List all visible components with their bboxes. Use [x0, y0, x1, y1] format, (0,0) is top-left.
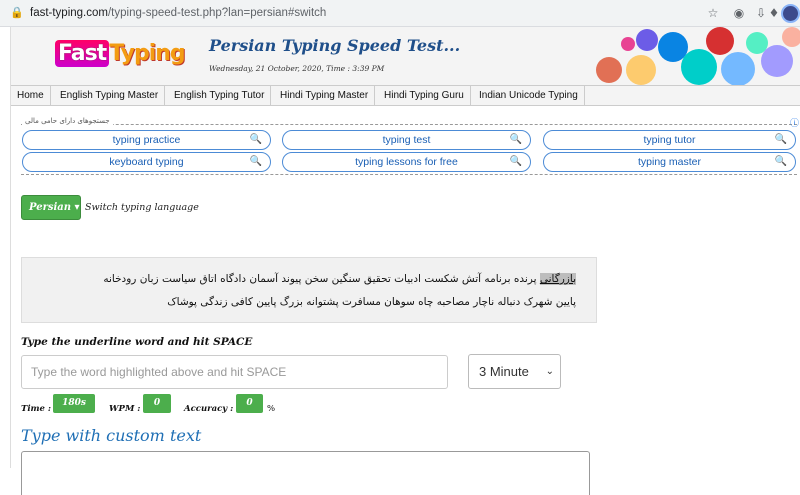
sponsored-title: جستجوهای دارای حامی مالی [22, 117, 113, 125]
practice-line-1: پرنده برنامه آتش شکست ادبیات تحقیق سنگین… [103, 273, 537, 285]
wpm-value: 0 [143, 394, 171, 413]
ad-typing-lessons[interactable]: typing lessons for free 🔍 [282, 152, 531, 172]
nav-indian-unicode-typing[interactable]: Indian Unicode Typing [473, 86, 585, 105]
lock-icon[interactable]: 🔒 [10, 7, 24, 19]
wpm-label: WPM : [109, 404, 141, 414]
search-icon: 🔍 [509, 134, 522, 145]
nav-english-typing-tutor[interactable]: English Typing Tutor [168, 86, 272, 105]
practice-text: بازرگانی پرنده برنامه آتش شکست ادبیات تح… [21, 257, 597, 323]
logo-fast: Fast [55, 40, 110, 67]
divider [21, 124, 797, 125]
time-label: Time : [21, 404, 52, 414]
duration-value: 3 Minute [479, 364, 529, 379]
info-icon[interactable]: ⓘ [790, 116, 799, 129]
ad-typing-practice[interactable]: typing practice 🔍 [22, 130, 271, 150]
caret-down-icon: ▾ [74, 202, 80, 213]
date-time: Wednesday, 21 October, 2020, Time : 3:39… [209, 64, 385, 73]
language-label: Switch typing language [85, 202, 199, 213]
star-icon[interactable]: ☆ [704, 4, 722, 22]
practice-line-2: پایین شهرک دنباله ناچار مصاحبه چاه سوهان… [167, 296, 576, 308]
bubbles-decoration [586, 27, 800, 85]
search-icon: 🔍 [249, 134, 262, 145]
ad-typing-test[interactable]: typing test 🔍 [282, 130, 531, 150]
input-prompt: Type the underline word and hit SPACE [21, 336, 253, 348]
ad-label: typing practice [112, 134, 181, 146]
address-bar[interactable]: fast-typing.com/typing-speed-test.php?la… [30, 4, 326, 23]
ad-label: keyboard typing [109, 156, 184, 168]
search-icon: 🔍 [774, 156, 787, 167]
duration-select[interactable]: 3 Minute ⌄ [468, 354, 561, 389]
accuracy-label: Accuracy : [184, 404, 234, 414]
ad-typing-master[interactable]: typing master 🔍 [543, 152, 796, 172]
language-dropdown-button[interactable]: Persian ▾ [21, 195, 81, 220]
browser-toolbar: 🔒 fast-typing.com/typing-speed-test.php?… [0, 0, 800, 27]
ad-typing-tutor[interactable]: typing tutor 🔍 [543, 130, 796, 150]
ad-label: typing test [382, 134, 431, 146]
site-header: Fast Typing Persian Typing Speed Test... … [11, 27, 800, 85]
highlighted-word: بازرگانی [539, 273, 576, 285]
search-icon: 🔍 [774, 134, 787, 145]
site-logo[interactable]: Fast Typing [55, 40, 186, 67]
nav-hindi-typing-master[interactable]: Hindi Typing Master [274, 86, 376, 105]
chevron-down-icon: ⌄ [545, 366, 554, 377]
percent-sign: % [267, 404, 276, 414]
search-icon: 🔍 [509, 156, 522, 167]
nav-hindi-typing-guru[interactable]: Hindi Typing Guru [378, 86, 471, 105]
url-host: fast-typing.com [30, 7, 108, 19]
page-title: Persian Typing Speed Test... [209, 36, 461, 55]
avatar[interactable] [781, 4, 800, 23]
ad-label: typing master [637, 156, 702, 168]
custom-text-heading: Type with custom text [21, 426, 202, 445]
ad-label: typing tutor [643, 134, 696, 146]
sponsored-searches: جستجوهای دارای حامی مالی ⓘ typing practi… [21, 116, 799, 175]
nav-home[interactable]: Home [11, 86, 51, 105]
main-nav: Home English Typing Master English Typin… [11, 85, 800, 106]
language-button-label: Persian [29, 202, 72, 213]
ad-label: typing lessons for free [355, 156, 458, 168]
url-path: /typing-speed-test.php?lan=persian#switc… [107, 7, 327, 19]
nav-english-typing-master[interactable]: English Typing Master [54, 86, 166, 105]
logo-typing: Typing [109, 41, 185, 66]
divider [21, 174, 797, 175]
page: Fast Typing Persian Typing Speed Test... … [10, 27, 800, 495]
ad-keyboard-typing[interactable]: keyboard typing 🔍 [22, 152, 271, 172]
typing-input[interactable]: Type the word highlighted above and hit … [21, 355, 448, 389]
custom-text-area[interactable] [21, 451, 590, 495]
search-icon: 🔍 [249, 156, 262, 167]
accuracy-value: 0 [236, 394, 263, 413]
extension-icon[interactable]: ◉ [730, 4, 748, 22]
time-value: 180s [53, 394, 95, 413]
